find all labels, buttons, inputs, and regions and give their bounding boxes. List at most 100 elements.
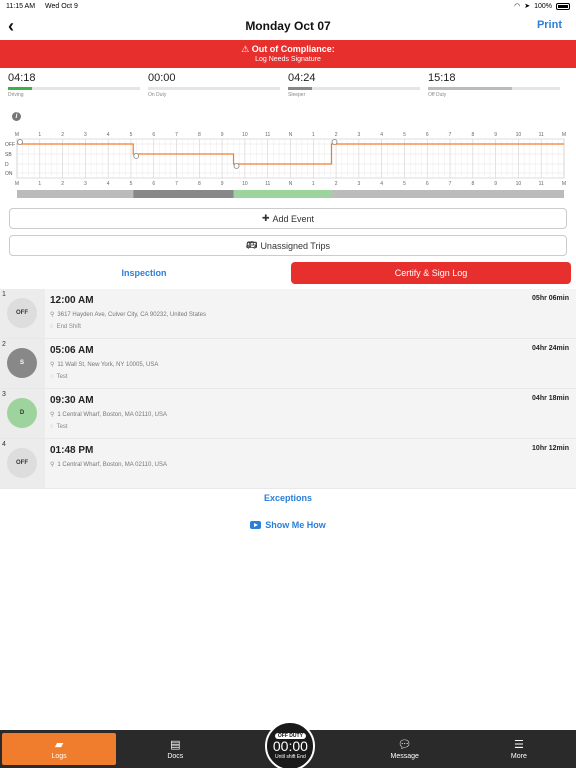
event-status-circle: OFF xyxy=(7,448,37,478)
graph-row-label: SB xyxy=(5,152,12,158)
duty-total-bar xyxy=(288,87,420,90)
graph-hour-label-top: 8 xyxy=(471,132,474,138)
show-me-how-link[interactable]: Show Me How xyxy=(0,520,576,530)
graph-hour-label-bottom: 1 xyxy=(312,181,315,187)
compliance-alert: ⚠ Out of Compliance: Log Needs Signature xyxy=(0,40,576,68)
duty-total-time: 04:24 xyxy=(288,72,316,84)
event-number: 2 xyxy=(2,341,6,348)
event-row[interactable]: 3 D 09:30 AM 04hr 18min ⚲ 1 Central Wharf, Bo… xyxy=(0,389,576,439)
alert-title: Out of Compliance: xyxy=(251,44,335,54)
graph-hour-label-bottom: 9 xyxy=(494,181,497,187)
duty-status-dial[interactable]: OFF DUTY 00:00 Until shift End xyxy=(265,721,316,768)
wifi-icon: ◠ xyxy=(514,3,521,10)
graph-row-label: D xyxy=(5,162,9,168)
graph-hour-label-bottom: 6 xyxy=(152,181,155,187)
nav-message[interactable]: 💬︎ Message xyxy=(348,730,462,768)
graph-hour-label-bottom: M xyxy=(562,181,566,187)
event-address: ⚲ 1 Central Wharf, Boston, MA 02110, USA xyxy=(50,461,167,468)
duty-total-fill xyxy=(8,87,32,90)
page-title: Monday Oct 07 xyxy=(245,19,331,33)
comment-icon: ◌ xyxy=(50,424,54,430)
book-icon: ▰ xyxy=(54,739,64,751)
graph-event-marker xyxy=(233,163,240,169)
comment-icon: ◌ xyxy=(50,324,54,330)
event-address: ⚲ 11 Wall St, New York, NY 10005, USA xyxy=(50,361,158,368)
event-status-circle: OFF xyxy=(7,298,37,328)
duty-total: 04:24 Sleeper xyxy=(288,72,428,98)
nav-bar: ‹ Monday Oct 07 Print xyxy=(0,12,576,40)
graph-hour-label-bottom: 6 xyxy=(426,181,429,187)
nav-more-label: More xyxy=(510,753,527,760)
event-note: ◌ Test xyxy=(50,424,68,430)
duty-total-bar xyxy=(8,87,140,90)
graph-hour-label-bottom: 3 xyxy=(357,181,360,187)
nav-logs[interactable]: ▰ Logs xyxy=(2,733,117,765)
menu-icon: ☰ xyxy=(513,739,524,751)
logs-screen: 11:15 AM Wed Oct 9 ◠ ➤ 100% ‹ Monday Oct… xyxy=(0,0,576,768)
graph-hour-label-top: 4 xyxy=(380,132,383,138)
nav-docs[interactable]: ▤ Docs xyxy=(118,730,232,768)
info-icon[interactable]: i xyxy=(12,112,21,121)
exceptions-link[interactable]: Exceptions xyxy=(0,493,576,503)
graph-hour-label-bottom: 9 xyxy=(221,181,224,187)
inspection-tab[interactable]: Inspection xyxy=(0,262,288,284)
location-pin-icon: ⚲ xyxy=(50,412,55,418)
show-me-how-label: Show Me How xyxy=(265,520,326,530)
graph-hour-label-top: 1 xyxy=(38,132,41,138)
bottom-nav: ▰ Logs ▤ Docs OFF DUTY 00:00 Until shift… xyxy=(0,721,576,768)
unassigned-trips-button[interactable]: 🚌︎ Unassigned Trips xyxy=(9,235,567,256)
event-row[interactable]: 4 OFF 01:48 PM 10hr 12min ⚲ 1 Central Wharf, … xyxy=(0,439,576,489)
nav-more[interactable]: ☰ More xyxy=(462,730,576,768)
alert-subtitle: Log Needs Signature xyxy=(255,56,321,63)
graph-status-bar xyxy=(133,190,234,198)
duty-total-bar xyxy=(428,87,560,90)
event-time: 12:00 AM xyxy=(50,295,94,306)
graph-hour-label-top: 5 xyxy=(403,132,406,138)
back-chevron-icon[interactable]: ‹ xyxy=(8,16,14,36)
event-row[interactable]: 2 S 05:06 AM 04hr 24min ⚲ 11 Wall St, New Yor… xyxy=(0,339,576,389)
chat-icon: 💬︎ xyxy=(397,739,412,751)
warning-icon: ⚠ xyxy=(241,44,250,54)
event-address: ⚲ 1 Central Wharf, Boston, MA 02110, USA xyxy=(50,411,167,418)
add-event-button[interactable]: ✚ Add Event xyxy=(9,208,567,229)
graph-hour-label-top: 6 xyxy=(426,132,429,138)
event-row[interactable]: 1 OFF 12:00 AM 05hr 06min ⚲ 3617 Hayden Ave, … xyxy=(0,289,576,339)
graph-hour-label-top: M xyxy=(15,132,19,138)
unassigned-trips-label: Unassigned Trips xyxy=(260,240,330,251)
graph-status-bar xyxy=(331,190,564,198)
event-time: 09:30 AM xyxy=(50,395,94,406)
event-list: 1 OFF 12:00 AM 05hr 06min ⚲ 3617 Hayden Ave, … xyxy=(0,289,576,489)
duty-total-time: 15:18 xyxy=(428,72,456,84)
event-duration: 10hr 12min xyxy=(532,445,569,452)
event-address: ⚲ 3617 Hayden Ave, Culver City, CA 90232,… xyxy=(50,311,206,318)
graph-hour-label-bottom: 3 xyxy=(84,181,87,187)
event-duration: 04hr 24min xyxy=(532,345,569,352)
graph-hour-label-top: 10 xyxy=(516,132,522,138)
graph-status-bar xyxy=(233,190,332,198)
status-bar: 11:15 AM Wed Oct 9 ◠ ➤ 100% xyxy=(0,0,576,12)
event-time: 01:48 PM xyxy=(50,445,94,456)
graph-hour-label-bottom: 5 xyxy=(130,181,133,187)
graph-hour-label-top: M xyxy=(562,132,566,138)
print-button[interactable]: Print xyxy=(537,19,562,31)
graph-hour-label-bottom: 7 xyxy=(449,181,452,187)
battery-percent: 100% xyxy=(534,2,552,10)
graph-hour-label-bottom: 4 xyxy=(380,181,383,187)
graph-hour-label-bottom: 4 xyxy=(107,181,110,187)
duty-total-label: Off Duty xyxy=(428,92,447,98)
certify-sign-button[interactable]: Certify & Sign Log xyxy=(291,262,571,284)
graph-hour-label-bottom: 10 xyxy=(516,181,522,187)
graph-hour-label-top: 5 xyxy=(130,132,133,138)
graph-hour-label-top: 3 xyxy=(357,132,360,138)
event-number: 4 xyxy=(2,441,6,448)
event-note: ◌ Test xyxy=(50,374,68,380)
graph-hour-label-bottom: N xyxy=(289,181,293,187)
action-tabs: Inspection Certify & Sign Log xyxy=(0,262,576,284)
duty-total-bar xyxy=(148,87,280,90)
event-status-circle: S xyxy=(7,348,37,378)
graph-hour-label-top: 9 xyxy=(494,132,497,138)
duty-clock: 00:00 xyxy=(272,737,308,754)
location-pin-icon: ⚲ xyxy=(50,462,55,468)
location-icon: ➤ xyxy=(524,3,531,10)
graph-hour-label-bottom: M xyxy=(15,181,19,187)
